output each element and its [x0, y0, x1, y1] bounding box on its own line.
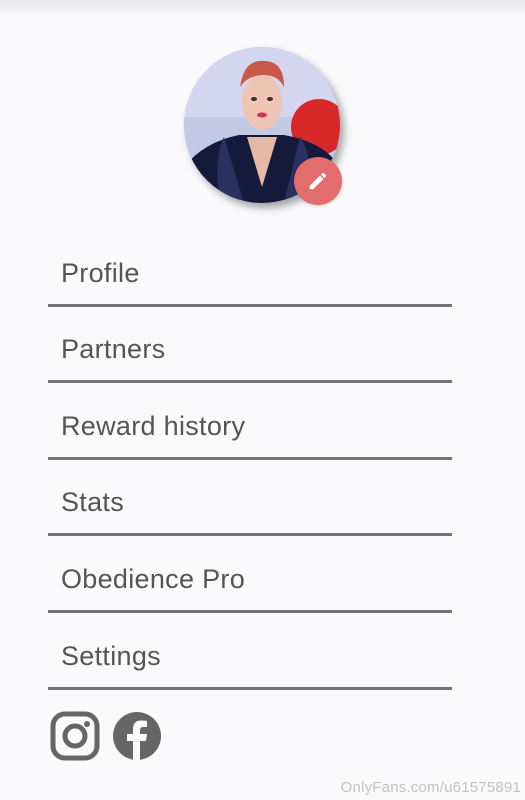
profile-avatar-section — [184, 47, 342, 205]
menu-item-label: Profile — [61, 257, 140, 288]
menu-item-label: Obedience Pro — [61, 563, 246, 594]
menu-item-label: Reward history — [61, 410, 246, 441]
menu-item-obedience-pro[interactable]: Obedience Pro — [48, 536, 452, 613]
menu-item-label: Stats — [61, 487, 125, 518]
menu-item-settings[interactable]: Settings — [48, 613, 452, 690]
social-links — [50, 711, 162, 761]
menu-item-label: Partners — [61, 334, 166, 365]
instagram-icon[interactable] — [50, 711, 100, 761]
watermark-text: OnlyFans.com/u61575891 — [340, 779, 521, 796]
pencil-icon — [309, 172, 327, 190]
edit-avatar-button[interactable] — [294, 157, 342, 205]
status-bar — [0, 0, 525, 14]
menu-item-profile[interactable]: Profile — [48, 230, 452, 307]
menu-item-stats[interactable]: Stats — [48, 460, 452, 537]
menu-item-label: Settings — [61, 640, 161, 671]
menu-item-partners[interactable]: Partners — [48, 307, 452, 384]
menu-item-reward-history[interactable]: Reward history — [48, 383, 452, 460]
main-menu: Profile Partners Reward history Stats Ob… — [48, 230, 452, 690]
facebook-icon[interactable] — [112, 711, 162, 761]
